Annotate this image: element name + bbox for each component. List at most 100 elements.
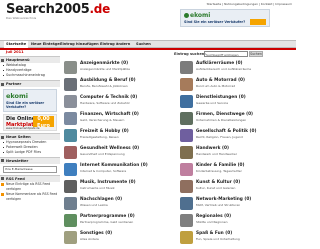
category-title[interactable]: Musik, Instrumente (0) xyxy=(80,180,136,185)
category-icon xyxy=(180,214,193,227)
search-button[interactable]: Suchen xyxy=(249,51,263,57)
red-divider xyxy=(0,48,296,50)
category-subtitle: Geld, Versicherung & Steuern xyxy=(80,118,125,122)
category-subtitle: Partnerprogramme, Geld verdienen xyxy=(80,220,134,224)
tab-eintrag-aendern[interactable]: Eintrag ändern xyxy=(98,41,132,48)
partner-ad-marktplatz[interactable]: Die Online Marktplatz 0,00 Euro www.Onli… xyxy=(3,114,57,132)
category-icon xyxy=(64,78,77,91)
category-title[interactable]: Firmen, Dienstwege (0) xyxy=(196,112,253,117)
ad-price: 0,00 Euro xyxy=(33,116,54,129)
top-links[interactable]: Startseite | Nutzungsbedingungen | Konta… xyxy=(207,2,292,6)
rss-link-entries[interactable]: Neue Einträge als RSS Feed verfolgen xyxy=(0,182,60,192)
category-subtitle: Gesundheit und Entspannung xyxy=(80,152,125,156)
category-icon xyxy=(64,129,77,142)
category-icon xyxy=(180,163,193,176)
category-icon xyxy=(64,61,77,74)
sidebar-item-suchmaschineneintrag[interactable]: Suchmaschineneintrag xyxy=(0,73,60,78)
category-subtitle: Gewerbe und Service xyxy=(196,101,229,105)
main-menu-heading: Hauptmenü xyxy=(0,56,60,63)
banner-button[interactable] xyxy=(250,19,266,25)
header-ad-banner[interactable]: ekomi Sind Sie ein seriöser Verkäufer? xyxy=(180,9,270,27)
site-logo[interactable]: Search2005.de xyxy=(6,2,110,17)
category-icon xyxy=(64,214,77,227)
category-icon xyxy=(64,180,77,193)
category-subtitle: Kultur, Kunst und Galerien xyxy=(196,186,236,190)
category-icon xyxy=(64,163,77,176)
category-subtitle: Freizeitgestaltung, Reisen xyxy=(80,135,119,139)
category-title[interactable]: Handwerk (0) xyxy=(196,146,229,151)
category-title[interactable]: Freizeit & Hobby (0) xyxy=(80,129,129,134)
logo-main: Search2005 xyxy=(6,2,90,17)
category-title[interactable]: Finanzen, Wirtschaft (0) xyxy=(80,112,139,117)
category-title[interactable]: Kinder & Familie (0) xyxy=(196,163,245,168)
category-title[interactable]: Internet Kommunikation (0) xyxy=(80,163,148,168)
category-subtitle: Alles Andere xyxy=(80,237,99,241)
tab-startseite[interactable]: Startseite xyxy=(4,41,29,48)
sidebar: Hauptmenü Webkatalog Handyverträge Suchm… xyxy=(0,56,60,202)
category-icon xyxy=(180,180,193,193)
category-title[interactable]: Network-Marketing (0) xyxy=(196,197,251,202)
ekomi-logo: ekomi xyxy=(184,12,210,19)
category-title[interactable]: Dienstleistungen (0) xyxy=(196,95,246,100)
category-icon xyxy=(64,95,77,108)
category-title[interactable]: Sonstiges (0) xyxy=(80,231,112,236)
category-title[interactable]: Anzeigenmärkte (0) xyxy=(80,61,128,66)
tab-neue-eintraege[interactable]: Neue Einträge xyxy=(29,41,62,48)
category-subtitle: Instrumente und Musik xyxy=(80,186,115,190)
banner-text: Sind Sie ein seriöser Verkäufer? xyxy=(184,20,246,24)
newsletter-heading: Newsletter xyxy=(0,156,60,164)
category-subtitle: Städte und Regionen xyxy=(196,220,228,224)
tab-eintrag-hinzufuegen[interactable]: Eintrag hinzufügen xyxy=(58,41,101,48)
category-title[interactable]: Aufklärerräume (0) xyxy=(196,61,243,66)
category-icon xyxy=(64,112,77,125)
search-input[interactable]: Suchbegriff eintragen xyxy=(204,51,248,57)
partner-heading: Partner xyxy=(0,80,60,88)
category-icon xyxy=(180,146,193,159)
neue-seite-item[interactable]: Split Lodge PDF Files xyxy=(0,150,60,155)
category-title[interactable]: Spaß & Fun (0) xyxy=(196,231,232,236)
category-subtitle: Internet & Computer, Software xyxy=(80,169,127,173)
category-subtitle: MLM, Vertrieb und Strukturen xyxy=(196,203,241,207)
category-title[interactable]: Auto & Motorrad (0) xyxy=(196,78,245,83)
ekomi-icon xyxy=(184,13,189,18)
newsletter-email-input[interactable]: Ihre E-Mailadresse xyxy=(3,165,57,173)
logo-tld: .de xyxy=(89,2,111,16)
category-icon xyxy=(180,95,193,108)
tab-suchen[interactable]: Suchen xyxy=(134,41,153,48)
category-title[interactable]: Gesundheit Wellness (0) xyxy=(80,146,139,151)
category-subtitle: Fun, Spiele und Unterhaltung xyxy=(196,237,240,241)
category-icon xyxy=(180,197,193,210)
category-icon xyxy=(180,129,193,142)
category-title[interactable]: Ausbildung & Beruf (0) xyxy=(80,78,136,83)
category-icon xyxy=(180,112,193,125)
category-icon xyxy=(64,231,77,244)
category-title[interactable]: Nachschlagen (0) xyxy=(80,197,122,202)
category-item[interactable]: Spaß & Fun (0) Fun, Spiele und Unterhaltu… xyxy=(178,230,288,249)
category-item[interactable]: Sonstiges (0) Alles Andere xyxy=(62,230,172,249)
search-bar: Eintrag suchen: Suchbegriff eintragen Su… xyxy=(174,51,292,58)
category-subtitle: Unternehmen & Dienstleistungen xyxy=(196,118,247,122)
category-icon xyxy=(180,78,193,91)
main-nav: Startseite Neue Einträge Eintrag hinzufü… xyxy=(0,40,296,48)
ad-ekomi-brand: ekomi xyxy=(6,92,29,101)
header: Search2005.de Das Webverzeichnis Startse… xyxy=(0,0,296,36)
rss-heading: RSS Feed xyxy=(0,174,60,182)
search-label: Eintrag suchen: xyxy=(174,52,206,56)
rss-link-comments[interactable]: Neue Kommentare als RSS Feed verfolgen xyxy=(0,192,60,202)
banner-brand: ekomi xyxy=(190,12,211,19)
category-title[interactable]: Gesellschaft & Politik (0) xyxy=(196,129,256,134)
category-icon xyxy=(64,146,77,159)
category-subtitle: Anzeigenmärkte und Marktplätze xyxy=(80,67,130,71)
category-title[interactable]: Computer & Technik (0) xyxy=(80,95,137,100)
category-subtitle: Recht, Religion, Frauen, Jugend xyxy=(196,135,243,139)
category-subtitle: Hardware, Software und Zubehör xyxy=(80,101,130,105)
category-title[interactable]: Kunst & Kultur (0) xyxy=(196,180,240,185)
category-title[interactable]: Partnerprogramme (0) xyxy=(80,214,135,219)
ad-ekomi-text: Sind Sie ein seriöser Verkäufer? xyxy=(6,101,45,110)
category-subtitle: Handwerk und Handwerker xyxy=(196,152,237,156)
category-subtitle: Wissen und Lexika xyxy=(80,203,108,207)
category-icon xyxy=(64,197,77,210)
category-title[interactable]: Regionales (0) xyxy=(196,214,231,219)
logo-subtitle: Das Webverzeichnis xyxy=(6,16,37,20)
partner-ad-ekomi[interactable]: ekomi Sind Sie ein seriöser Verkäufer? xyxy=(3,89,57,113)
